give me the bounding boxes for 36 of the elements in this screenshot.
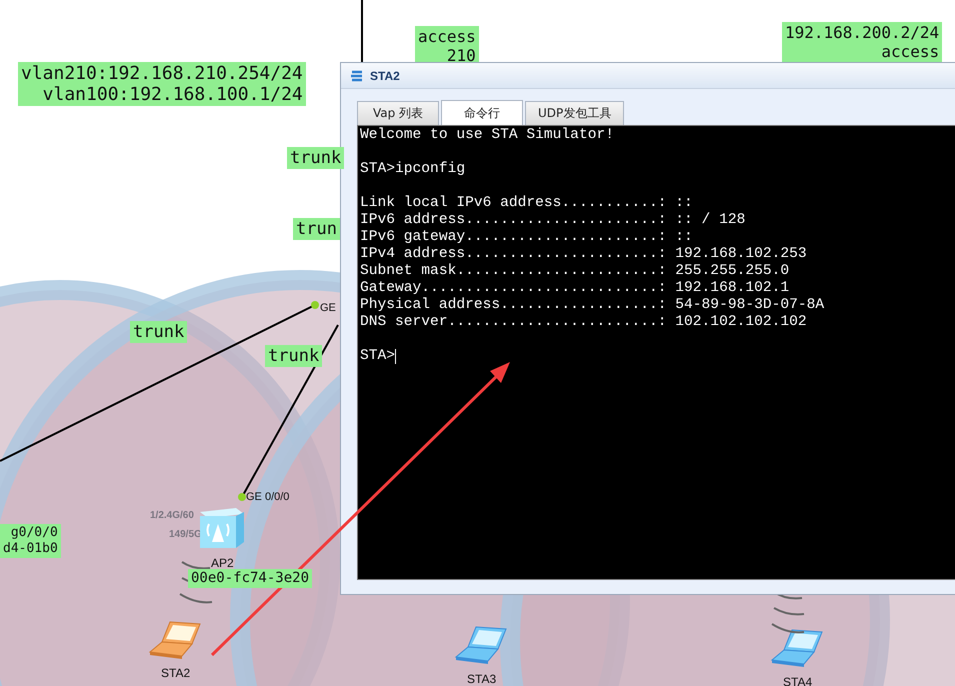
console-line: Link local IPv6 address...........: :: xyxy=(360,195,694,212)
tab[interactable]: UDP发包工具 xyxy=(525,101,624,125)
port-dot-icon xyxy=(311,301,319,309)
tab[interactable]: Vap 列表 xyxy=(357,101,439,125)
cable-line xyxy=(361,0,363,62)
console-line: STA>ipconfig xyxy=(360,161,466,178)
device-name: STA4 xyxy=(783,675,812,686)
device-name: AP2 xyxy=(211,556,234,570)
network-label: vlan210:192.168.210.254/24 vlan100:192.168.100.1/24 xyxy=(18,62,306,106)
console-line: IPv6 gateway......................: :: xyxy=(360,229,694,246)
tab[interactable]: 命令行 xyxy=(441,100,523,125)
text-cursor xyxy=(395,349,396,364)
network-label: trunk xyxy=(287,147,344,169)
device-name: STA3 xyxy=(467,672,496,686)
network-label: trunk xyxy=(265,345,322,367)
device-name: STA2 xyxy=(161,666,190,680)
network-label: trun xyxy=(293,218,340,240)
network-label: g0/0/0 d4-01b0 xyxy=(0,524,61,558)
port-dot-icon xyxy=(238,493,246,501)
radio-label: 1/2.4G/60 xyxy=(150,510,194,521)
port-label: GE 0/0/0 xyxy=(246,491,290,503)
window-title: STA2 xyxy=(370,68,400,82)
network-label: 00e0-fc74-3e20 xyxy=(188,569,312,588)
console-line: Subnet mask.......................: 255.255.255.0 xyxy=(360,263,790,280)
console-line: Welcome to use STA Simulator! xyxy=(360,127,615,144)
network-label: trunk xyxy=(130,321,188,343)
access-point-icon[interactable] xyxy=(198,506,246,550)
radio-label: 149/5G xyxy=(169,529,202,540)
console-line: IPv6 address......................: :: / 128 xyxy=(360,212,746,229)
network-label: 192.168.200.2/24 access xyxy=(782,22,942,62)
port-label: GE xyxy=(320,302,336,314)
console-line: IPv4 address......................: 192.168.102.253 xyxy=(360,246,808,263)
console-prompt: STA> xyxy=(360,348,396,365)
console-line: Gateway...........................: 192.168.102.1 xyxy=(360,280,790,297)
console-line: Physical address..................: 54-89-98-3D-07-8A xyxy=(360,297,826,314)
console-line: DNS server........................: 102.102.102.102 xyxy=(360,314,808,331)
